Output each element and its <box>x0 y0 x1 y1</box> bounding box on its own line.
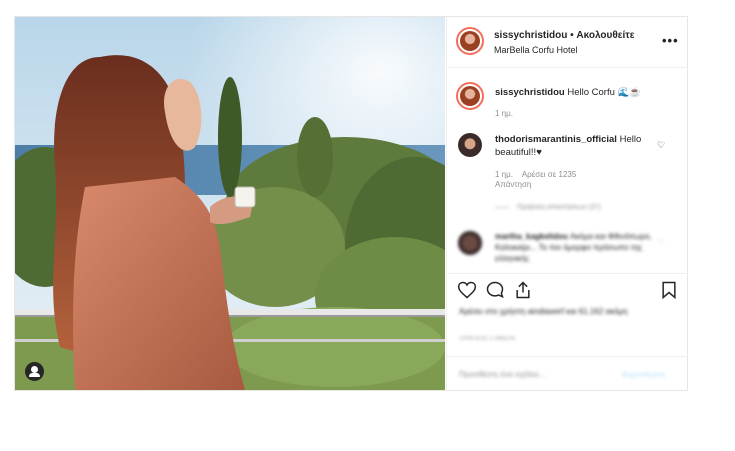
comment-input[interactable]: Προσθέστε ένα σχόλιο... <box>459 370 545 379</box>
comment-avatar[interactable] <box>458 133 482 157</box>
post-comment-button[interactable]: Δημοσίευση <box>622 370 665 379</box>
post-photo[interactable] <box>15 17 445 390</box>
caption-avatar[interactable] <box>456 82 484 110</box>
caption-text: Hello Corfu 🌊☕ <box>567 87 642 98</box>
author-username[interactable]: sissychristidou <box>494 30 567 41</box>
caption-time[interactable]: 1 ημ. <box>495 109 513 118</box>
tag-user-icon[interactable] <box>25 362 44 381</box>
comment-username[interactable]: martha_kagkelidou <box>495 232 568 241</box>
comment-avatar[interactable] <box>458 231 482 255</box>
comment-like-heart-icon[interactable]: ♡ <box>657 140 665 151</box>
comment: martha_kagkelidou Ακόμα και Φθινόπωρο, Κ… <box>495 231 653 264</box>
comment-meta: 1 ημ. Αρέσει σε 1235 <box>495 170 576 179</box>
comment-like-heart-icon[interactable]: ♡ <box>657 237 665 248</box>
comment-icon[interactable] <box>485 280 505 300</box>
view-replies-label: Προβολή απαντήσεων (37) <box>517 204 601 211</box>
author-avatar[interactable] <box>456 27 484 55</box>
comment-time[interactable]: 1 ημ. <box>495 170 513 179</box>
likes-summary[interactable]: Αρέσει στο χρήστη aindiaseirf και 61.162… <box>459 306 674 317</box>
heart-icon[interactable] <box>457 280 477 300</box>
comment-username[interactable]: thodorismarantinis_official <box>495 134 617 145</box>
share-icon[interactable] <box>513 280 533 300</box>
more-dots-icon[interactable]: ••• <box>662 33 679 48</box>
replies-dash <box>495 206 509 208</box>
comment-input-bar: Προσθέστε ένα σχόλιο... Δημοσίευση <box>447 356 688 392</box>
bookmark-icon[interactable] <box>659 280 679 300</box>
post-actions-section: Αρέσει στο χρήστη aindiaseirf και 61.162… <box>447 273 688 391</box>
location-link[interactable]: MarBella Corfu Hotel <box>494 45 578 55</box>
post-header: sissychristidou • Ακολουθείτε MarBella C… <box>447 17 688 68</box>
comment: thodorismarantinis_official Hello beauti… <box>495 133 653 159</box>
header-user-line: sissychristidou • Ακολουθείτε <box>494 30 635 41</box>
caption: sissychristidou Hello Corfu 🌊☕ <box>495 87 641 98</box>
instagram-post: sissychristidou • Ακολουθείτε MarBella C… <box>14 16 688 391</box>
view-replies-button[interactable]: Προβολή απαντήσεων (37) <box>495 204 601 211</box>
reply-button[interactable]: Απάντηση <box>495 180 531 189</box>
follow-status-button[interactable]: Ακολουθείτε <box>576 30 634 41</box>
post-sidebar: sissychristidou • Ακολουθείτε MarBella C… <box>446 17 688 390</box>
caption-username[interactable]: sissychristidou <box>495 87 565 98</box>
comment-likes[interactable]: Αρέσει σε 1235 <box>522 170 576 179</box>
post-date[interactable]: ΠΡΙΝ ΑΠΟ 1 ΗΜΕΡΑ <box>459 336 515 342</box>
